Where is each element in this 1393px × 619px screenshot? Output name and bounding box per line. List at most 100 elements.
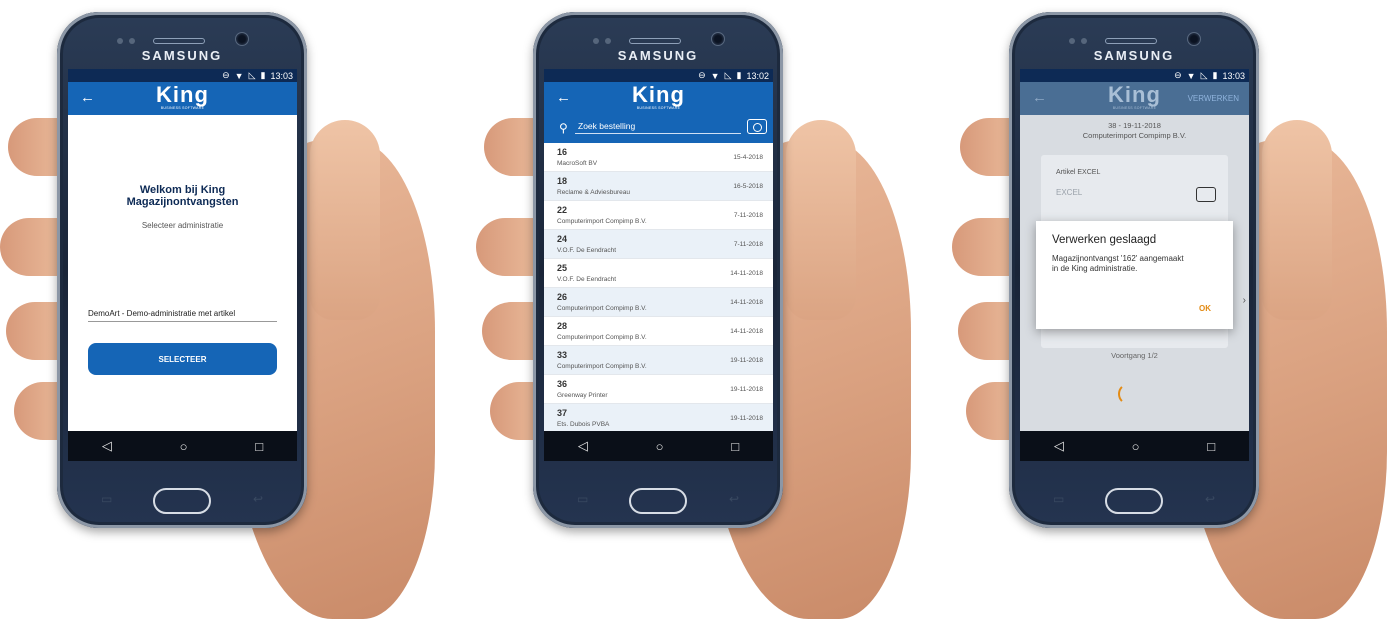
order-row[interactable]: 37 Ets. Dubois PVBA 19-11-2018 (544, 404, 773, 433)
select-button[interactable]: SELECTEER (88, 343, 277, 375)
article-input[interactable]: EXCEL (1056, 188, 1082, 197)
order-customer: Computerimport Compimp B.V. (557, 305, 647, 312)
back-key-icon: ↩ (252, 492, 263, 506)
order-date: 15-4-2018 (733, 154, 763, 161)
phone-2: SAMSUNG ⊖ ▼ ◺ ▮ 13:02 ← King BUSINESS SO… (533, 12, 783, 528)
earpiece-speaker (629, 38, 681, 44)
nav-recents-icon[interactable]: □ (731, 439, 739, 454)
nav-recents-icon[interactable]: □ (1207, 439, 1215, 454)
order-row[interactable]: 26 Computerimport Compimp B.V. 14-11-201… (544, 288, 773, 317)
phone-3: SAMSUNG ⊖ ▼ ◺ ▮ 13:03 ← King BUSINESS SO… (1009, 12, 1259, 528)
phone-brand: SAMSUNG (617, 48, 699, 63)
dialog-message: Magazijnontvangst '162' aangemaakt in de… (1052, 254, 1184, 273)
order-number: 36 (557, 379, 568, 389)
phone-brand: SAMSUNG (141, 48, 223, 63)
nav-back-icon[interactable]: ◁ (1054, 438, 1064, 454)
app-bar: ← King BUSINESS SOFTWARE VERWERKEN (1020, 82, 1249, 115)
article-label: Artikel EXCEL (1056, 169, 1101, 176)
search-icon: ⚲ (559, 121, 568, 135)
status-bar: ⊖ ▼ ◺ ▮ 13:03 (68, 69, 297, 82)
order-number: 24 (557, 234, 568, 244)
order-row[interactable]: 16 MacroSoft BV 15-4-2018 (544, 143, 773, 172)
dnd-icon: ⊖ (1174, 70, 1182, 80)
order-customer: Computerimport Compimp B.V. (557, 218, 647, 225)
wifi-icon: ▼ (1186, 70, 1196, 81)
recents-key-icon: ▭ (577, 492, 589, 506)
king-logo: King BUSINESS SOFTWARE (156, 82, 209, 111)
nav-home-icon[interactable]: ○ (180, 439, 188, 454)
nav-home-icon[interactable]: ○ (1132, 439, 1140, 454)
status-bar: ⊖ ▼ ◺ ▮ 13:02 (544, 69, 773, 82)
order-date: 7-11-2018 (733, 241, 763, 248)
home-button[interactable] (1105, 488, 1163, 514)
nav-home-icon[interactable]: ○ (656, 439, 664, 454)
order-date: 14-11-2018 (730, 270, 763, 277)
android-nav-bar: ◁ ○ □ (544, 431, 773, 461)
dnd-icon: ⊖ (698, 70, 706, 80)
app-bar: ← King BUSINESS SOFTWARE (544, 82, 773, 115)
back-key-icon: ↩ (728, 492, 739, 506)
chevron-right-icon[interactable]: › (1243, 295, 1246, 306)
order-date: 19-11-2018 (730, 357, 763, 364)
nav-back-icon[interactable]: ◁ (578, 438, 588, 454)
welcome-title: Welkom bij King Magazijnontvangsten (126, 184, 239, 208)
order-row[interactable]: 18 Reclame & Adviesbureau 16-5-2018 (544, 172, 773, 201)
order-customer: Computerimport Compimp B.V. (557, 363, 647, 370)
battery-icon: ▮ (260, 70, 266, 80)
order-date: 19-11-2018 (730, 415, 763, 422)
nav-recents-icon[interactable]: □ (255, 439, 263, 454)
process-button[interactable]: VERWERKEN (1188, 94, 1239, 103)
status-bar: ⊖ ▼ ◺ ▮ 13:03 (1020, 69, 1249, 82)
order-number: 25 (557, 263, 568, 273)
wifi-icon: ▼ (234, 70, 244, 81)
phone-1: SAMSUNG ⊖ ▼ ◺ ▮ 13:03 ← King BUSINESS SO… (57, 12, 307, 528)
order-row[interactable]: 22 Computerimport Compimp B.V. 7-11-2018 (544, 201, 773, 230)
success-dialog: Verwerken geslaagd Magazijnontvangst '16… (1036, 221, 1233, 329)
nav-back-icon[interactable]: ◁ (102, 438, 112, 454)
order-customer: Greenway Printer (557, 392, 608, 399)
camera-icon[interactable] (747, 119, 767, 134)
earpiece-speaker (153, 38, 205, 44)
loading-spinner (1118, 383, 1140, 405)
screen-select-administration: ⊖ ▼ ◺ ▮ 13:03 ← King BUSINESS SOFTWARE W… (68, 69, 297, 461)
order-row[interactable]: 24 V.O.F. De Eendracht 7-11-2018 (544, 230, 773, 259)
select-hint: Selecteer administratie (141, 221, 224, 230)
order-number: 37 (557, 408, 568, 418)
battery-icon: ▮ (736, 70, 742, 80)
order-row[interactable]: 25 V.O.F. De Eendracht 14-11-2018 (544, 259, 773, 288)
search-bar: ⚲ Zoek bestelling (544, 115, 773, 143)
order-header: 38 - 19-11-2018 Computerimport Compimp B… (1082, 121, 1187, 140)
screen-order-list: ⊖ ▼ ◺ ▮ 13:02 ← King BUSINESS SOFTWARE ⚲… (544, 69, 773, 461)
order-number: 22 (557, 205, 568, 215)
ok-button[interactable]: OK (1199, 304, 1211, 313)
order-number: 18 (557, 176, 568, 186)
order-number: 16 (557, 147, 568, 157)
camera-icon[interactable] (1196, 187, 1216, 202)
front-camera (711, 32, 725, 46)
order-row[interactable]: 33 Computerimport Compimp B.V. 19-11-201… (544, 346, 773, 375)
order-row[interactable]: 36 Greenway Printer 19-11-2018 (544, 375, 773, 404)
front-camera (1187, 32, 1201, 46)
administration-dropdown[interactable]: DemoArt - Demo-administratie met artikel (88, 309, 277, 322)
signal-icon: ◺ (248, 70, 256, 80)
screen-processing-result: ⊖ ▼ ◺ ▮ 13:03 ← King BUSINESS SOFTWARE V… (1020, 69, 1249, 461)
wifi-icon: ▼ (710, 70, 720, 81)
app-bar: ← King BUSINESS SOFTWARE (68, 82, 297, 115)
order-date: 16-5-2018 (733, 183, 763, 190)
progress-label: Voortgang 1/2 (1111, 351, 1158, 360)
order-customer: Computerimport Compimp B.V. (557, 334, 647, 341)
phone-brand: SAMSUNG (1093, 48, 1175, 63)
home-button[interactable] (153, 488, 211, 514)
search-input[interactable]: Zoek bestelling (575, 121, 741, 134)
order-customer: Ets. Dubois PVBA (557, 421, 610, 428)
home-button[interactable] (629, 488, 687, 514)
order-date: 14-11-2018 (730, 328, 763, 335)
order-number: 28 (557, 321, 568, 331)
order-customer: V.O.F. De Eendracht (557, 276, 617, 283)
status-time: 13:03 (1222, 70, 1245, 81)
order-date: 14-11-2018 (730, 299, 763, 306)
order-row[interactable]: 28 Computerimport Compimp B.V. 14-11-201… (544, 317, 773, 346)
battery-icon: ▮ (1212, 70, 1218, 80)
order-customer: V.O.F. De Eendracht (557, 247, 617, 254)
order-customer: MacroSoft BV (557, 160, 598, 167)
